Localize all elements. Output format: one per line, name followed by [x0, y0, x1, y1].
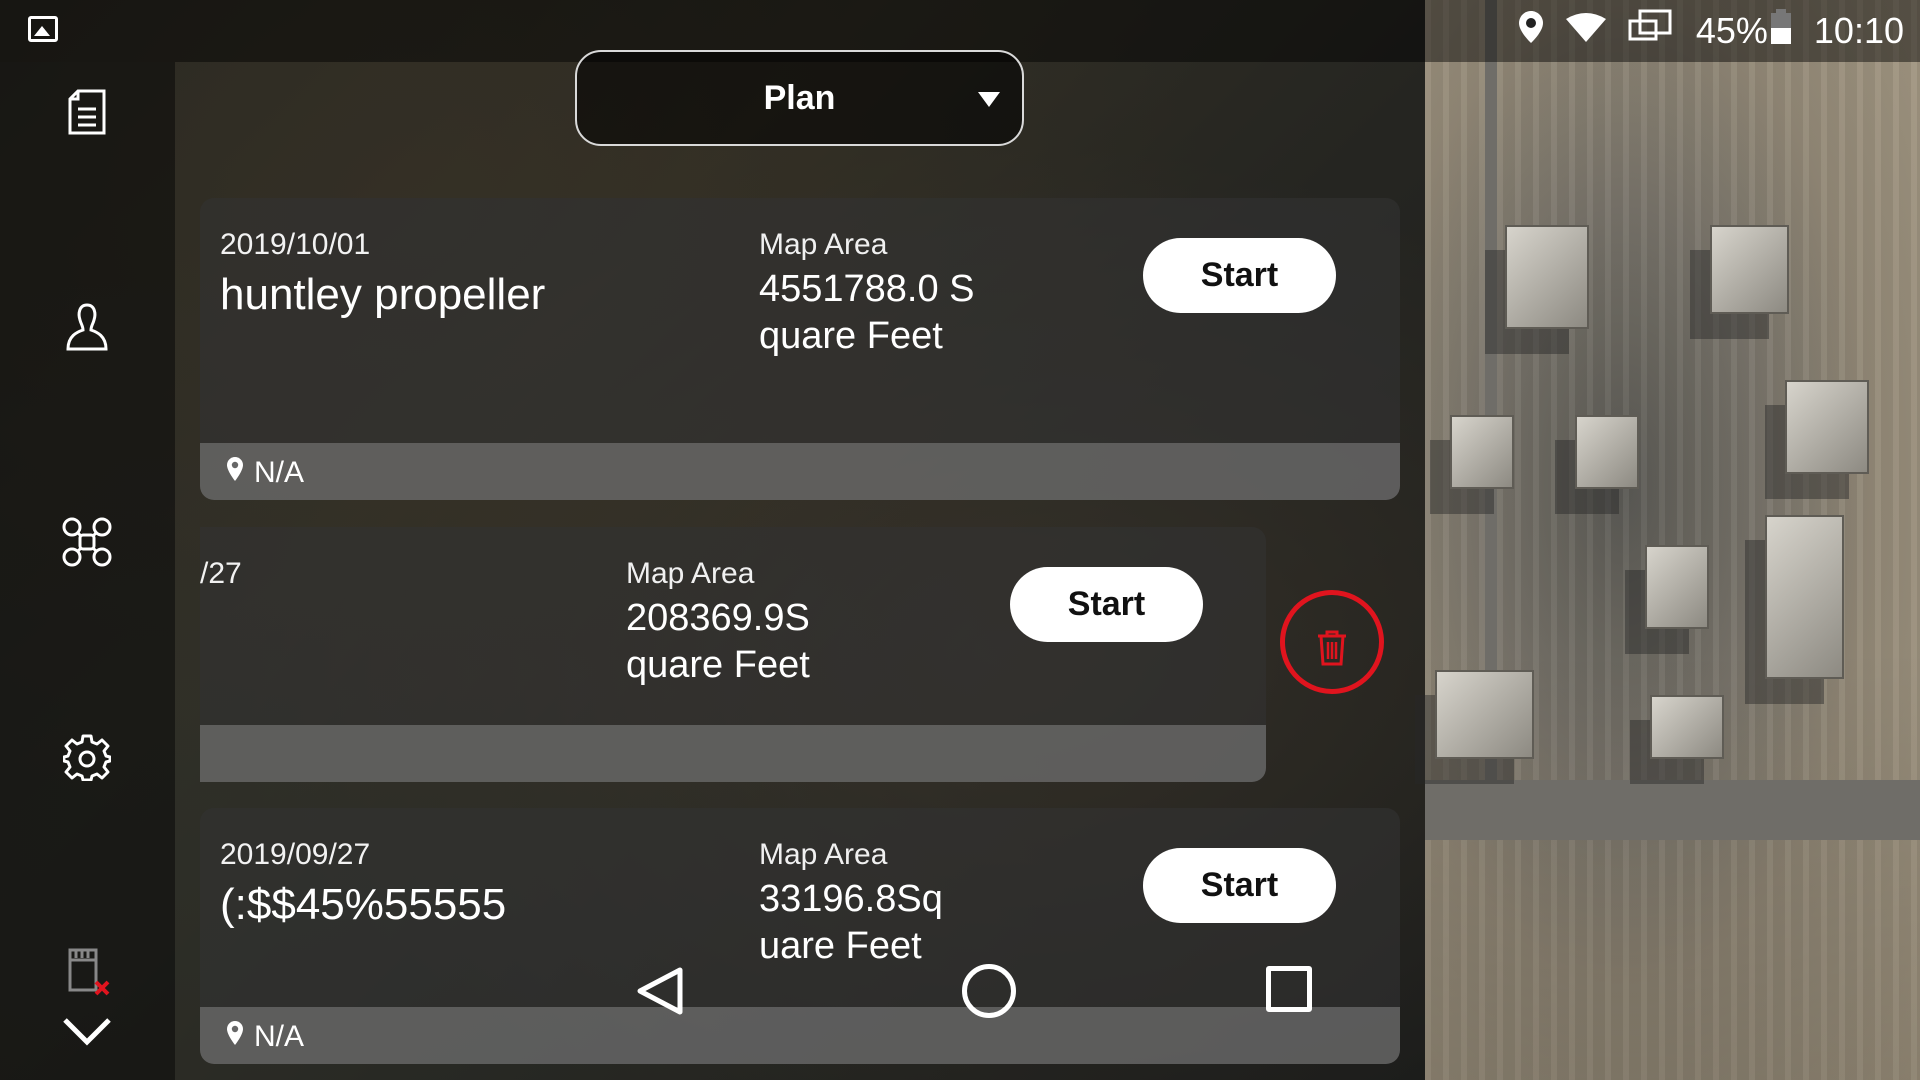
map-area-label: Map Area — [759, 838, 888, 871]
map-area-value: 208369.9Square Feet — [626, 597, 810, 686]
map-area-label: Map Area — [759, 228, 888, 261]
document-icon[interactable] — [57, 82, 117, 142]
start-button[interactable]: Start — [1010, 567, 1203, 642]
plan-type-dropdown[interactable]: Plan — [575, 50, 1024, 146]
recent-apps-icon[interactable] — [1266, 966, 1312, 1012]
plan-card-swiped[interactable]: /27 Map Area 208369.9Square Feet Start — [200, 527, 1266, 782]
sd-card-error-icon — [57, 942, 117, 1002]
battery-icon — [1770, 8, 1792, 54]
card-footer: N/A — [200, 443, 1400, 500]
battery-percent: 45% — [1695, 10, 1768, 51]
map-area-label: Map Area — [626, 557, 755, 590]
screen-cast-icon — [1628, 9, 1674, 54]
map-area-value: 4551788.0 Square Feet — [759, 268, 975, 357]
dropdown-value: Plan — [763, 78, 836, 117]
plan-date: 2019/09/27 — [220, 838, 371, 871]
location-text: N/A — [254, 456, 305, 489]
trash-icon — [1316, 630, 1348, 671]
plan-date: /27 — [200, 557, 242, 590]
wifi-icon — [1565, 10, 1606, 52]
plan-date: 2019/10/01 — [220, 228, 371, 261]
system-nav-bar — [200, 960, 1400, 1040]
user-icon[interactable] — [57, 297, 117, 357]
back-icon[interactable] — [636, 966, 684, 1021]
chevron-down-icon[interactable] — [57, 1002, 117, 1062]
plan-card[interactable]: 2019/10/01 huntley propeller Map Area 45… — [200, 198, 1400, 500]
start-button[interactable]: Start — [1143, 238, 1336, 313]
card-footer — [200, 725, 1266, 782]
plan-name: huntley propeller — [220, 270, 546, 319]
delete-plan-button[interactable] — [1273, 583, 1391, 701]
home-icon[interactable] — [962, 964, 1016, 1018]
satellite-map-view[interactable] — [1425, 0, 1920, 1080]
plan-name: (:$$45%55555 — [220, 880, 507, 929]
clock: 10:10 — [1813, 10, 1904, 51]
location-icon — [1518, 10, 1544, 53]
drone-icon[interactable] — [57, 512, 117, 572]
gallery-icon — [28, 16, 58, 42]
sidebar — [0, 62, 175, 1080]
map-area-value: 33196.8Square Feet — [759, 878, 943, 967]
settings-gear-icon[interactable] — [57, 727, 117, 787]
caret-down-icon — [978, 92, 1000, 107]
start-button[interactable]: Start — [1143, 848, 1336, 923]
location-pin-icon — [226, 456, 244, 490]
